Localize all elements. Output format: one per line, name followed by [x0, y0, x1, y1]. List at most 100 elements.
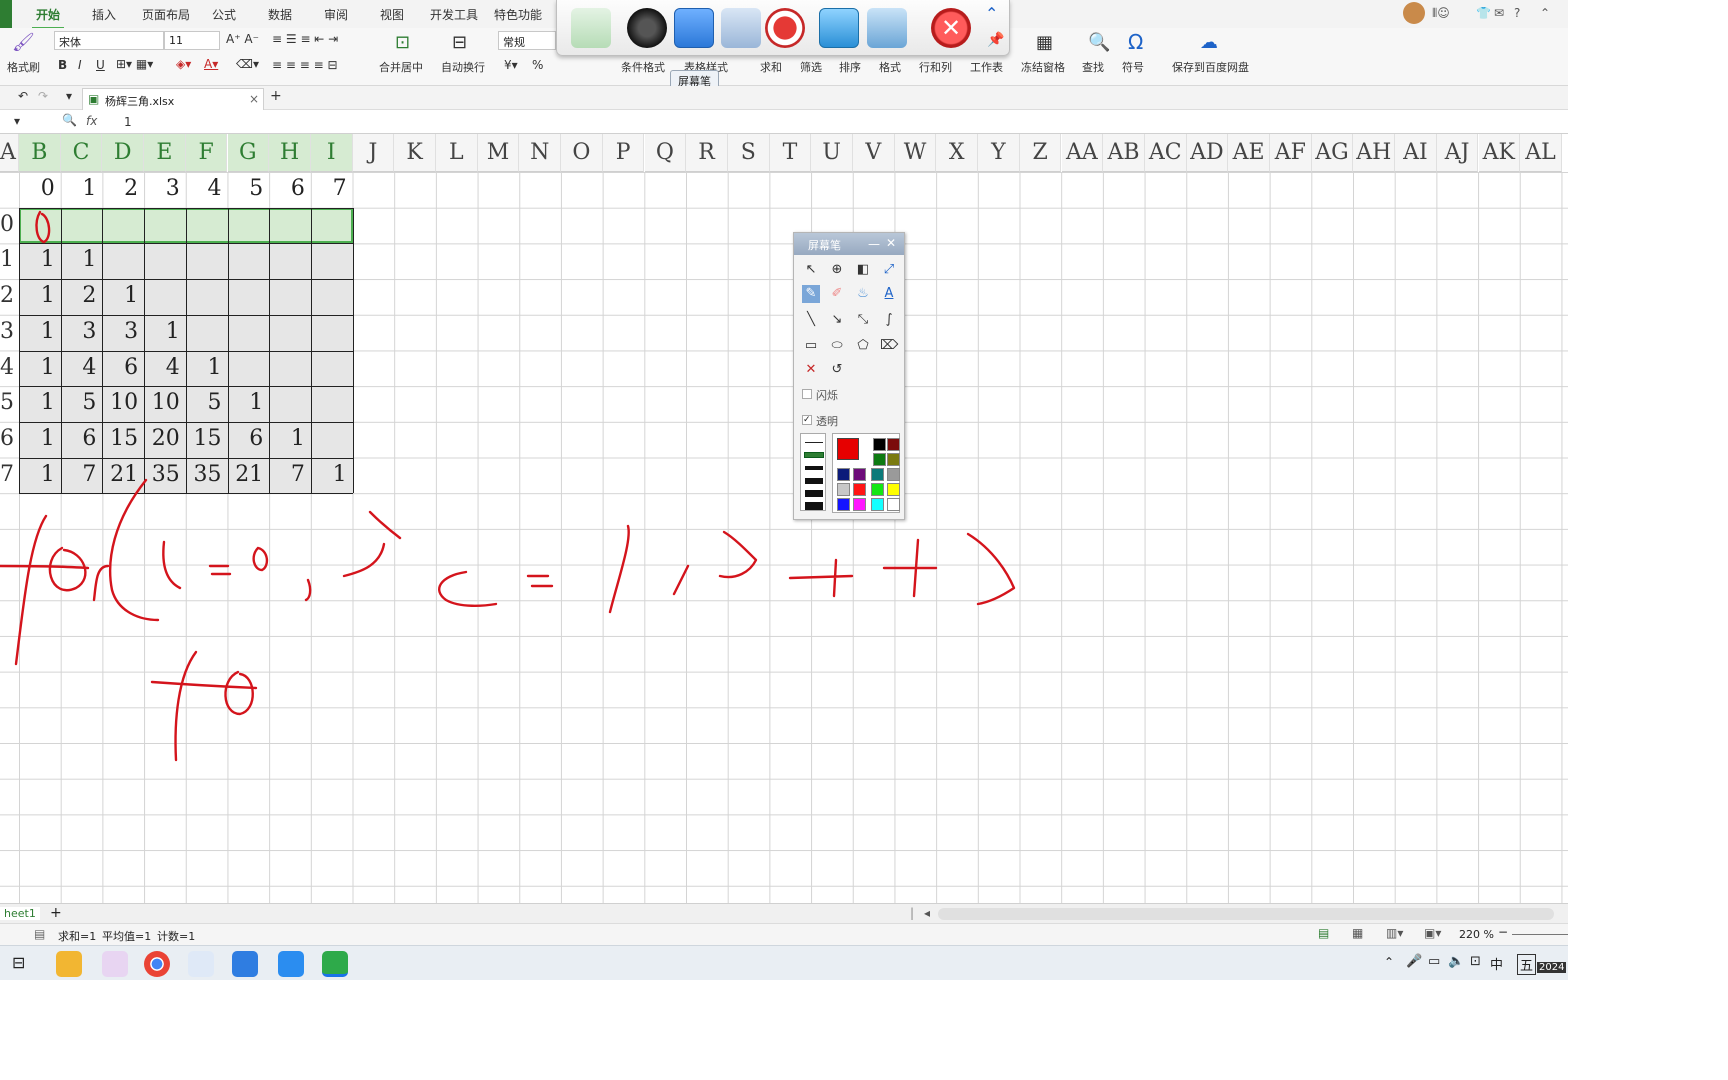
- close-tab-button[interactable]: ×: [249, 92, 259, 106]
- column-header-z[interactable]: Z: [1019, 134, 1062, 172]
- triangle-value-cell[interactable]: 1: [19, 458, 61, 494]
- column-header-ah[interactable]: AH: [1353, 134, 1396, 172]
- color-swatch[interactable]: [887, 453, 900, 466]
- column-header-l[interactable]: L: [436, 134, 478, 172]
- triangle-value-cell[interactable]: 1: [19, 315, 61, 351]
- triangle-value-cell[interactable]: [186, 243, 228, 279]
- page-layout-view-icon[interactable]: ▦: [1352, 926, 1363, 940]
- triangle-value-cell[interactable]: [186, 279, 228, 315]
- horizontal-scrollbar[interactable]: [938, 908, 1554, 920]
- line-icon[interactable]: ╲: [802, 311, 820, 329]
- triangle-value-cell[interactable]: 1: [19, 422, 61, 458]
- omega-icon[interactable]: Ω: [1128, 30, 1143, 54]
- column-header-b[interactable]: B: [19, 134, 61, 172]
- triangle-value-cell[interactable]: [311, 279, 353, 315]
- document-tab[interactable]: ▣ 杨辉三角.xlsx ×: [82, 88, 264, 110]
- triangle-value-cell[interactable]: 35: [144, 458, 186, 494]
- skin-icon[interactable]: 👕: [1476, 6, 1491, 20]
- tab-home[interactable]: 开始: [31, 6, 65, 29]
- triangle-value-cell[interactable]: 20: [144, 422, 186, 458]
- header-number-cell[interactable]: 2: [102, 172, 144, 208]
- column-header-w[interactable]: W: [894, 134, 937, 172]
- scroll-left-icon[interactable]: ◂: [924, 906, 930, 920]
- ime-mode[interactable]: 五: [1517, 954, 1537, 975]
- tab-view[interactable]: 视图: [380, 6, 404, 23]
- color-swatch[interactable]: [837, 483, 850, 496]
- column-header-q[interactable]: Q: [644, 134, 687, 172]
- triangle-value-cell[interactable]: [186, 208, 228, 244]
- battery-icon[interactable]: ▭: [1428, 954, 1440, 969]
- tray-chevron-icon[interactable]: ⌃: [1384, 955, 1394, 969]
- volume-icon[interactable]: 🔈: [1448, 954, 1464, 969]
- fx-button[interactable]: fx: [86, 114, 97, 128]
- triangle-value-cell[interactable]: [19, 208, 61, 244]
- triangle-value-cell[interactable]: 3: [61, 315, 103, 351]
- merge-center-icon[interactable]: ⊡: [395, 32, 410, 53]
- sort-label[interactable]: 排序: [839, 59, 861, 75]
- find-label[interactable]: 查找: [1082, 59, 1104, 75]
- freeze-label[interactable]: 冻结窗格: [1021, 59, 1065, 75]
- header-number-cell[interactable]: 6: [269, 172, 311, 208]
- rows-cols-label[interactable]: 行和列: [919, 59, 952, 75]
- font-size-select[interactable]: 11: [164, 31, 220, 50]
- row-label-cell[interactable]: 6: [0, 426, 20, 451]
- format-painter-icon[interactable]: 🖌: [12, 32, 35, 53]
- tab-insert[interactable]: 插入: [92, 6, 116, 23]
- camera-icon[interactable]: [627, 8, 667, 48]
- triangle-value-cell[interactable]: [228, 243, 270, 279]
- zoom-slider[interactable]: [1512, 934, 1568, 935]
- conditional-format-label[interactable]: 条件格式: [621, 59, 665, 75]
- column-header-n[interactable]: N: [519, 134, 562, 172]
- column-header-y[interactable]: Y: [978, 134, 1020, 172]
- triangle-value-cell[interactable]: [228, 351, 270, 387]
- triangle-value-cell[interactable]: [269, 208, 311, 244]
- row-label-cell[interactable]: 1: [0, 247, 20, 272]
- triangle-value-cell[interactable]: [269, 243, 311, 279]
- record-icon[interactable]: [765, 8, 805, 48]
- number-format-select[interactable]: 常规: [498, 31, 556, 50]
- clear-all-icon[interactable]: ✕: [802, 361, 820, 379]
- curve-icon[interactable]: ∫: [880, 311, 898, 329]
- triangle-value-cell[interactable]: 5: [186, 386, 228, 422]
- highlighter-icon[interactable]: ✐: [828, 285, 846, 303]
- column-header-aa[interactable]: AA: [1061, 134, 1104, 172]
- pin-icon[interactable]: 📌: [987, 32, 1004, 48]
- header-number-cell[interactable]: 3: [144, 172, 186, 208]
- column-header-p[interactable]: P: [602, 134, 645, 172]
- pointer-icon[interactable]: ↖: [802, 261, 820, 279]
- color-swatch[interactable]: [853, 498, 866, 511]
- worksheet-label[interactable]: 工作表: [970, 59, 1003, 75]
- close-icon[interactable]: ✕: [931, 8, 971, 48]
- column-header-ab[interactable]: AB: [1103, 134, 1145, 172]
- color-swatch[interactable]: [887, 438, 900, 451]
- zoom-out-icon[interactable]: −: [1498, 925, 1508, 939]
- row-label-cell[interactable]: 5: [0, 390, 20, 415]
- clock-year[interactable]: 2024: [1537, 962, 1567, 973]
- color-swatch[interactable]: [873, 453, 886, 466]
- row-label-cell[interactable]: 2: [0, 283, 20, 308]
- column-header-af[interactable]: AF: [1270, 134, 1312, 172]
- column-header-m[interactable]: M: [477, 134, 520, 172]
- merge-center-label[interactable]: 合并居中: [379, 59, 423, 75]
- column-header-ae[interactable]: AE: [1228, 134, 1270, 172]
- sheet-tab[interactable]: heet1: [0, 907, 40, 920]
- triangle-value-cell[interactable]: [311, 351, 353, 387]
- app-menu-button[interactable]: [0, 0, 12, 28]
- row-label-cell[interactable]: 4: [0, 355, 20, 380]
- current-color-swatch[interactable]: [837, 438, 859, 460]
- undo-icon[interactable]: ↶: [18, 89, 28, 103]
- page-break-view-icon[interactable]: ▥▾: [1386, 926, 1403, 940]
- quick-access-chevron-icon[interactable]: ▾: [66, 89, 72, 103]
- column-header-j[interactable]: J: [352, 134, 395, 172]
- name-box-dropdown[interactable]: ▾: [14, 114, 20, 128]
- triangle-value-cell[interactable]: [269, 279, 311, 315]
- underline-button[interactable]: U: [96, 58, 105, 72]
- triangle-value-cell[interactable]: 6: [228, 422, 270, 458]
- triangle-value-cell[interactable]: 3: [102, 315, 144, 351]
- wrap-text-icon[interactable]: ⊟: [452, 32, 467, 53]
- triangle-value-cell[interactable]: 1: [144, 315, 186, 351]
- triangle-value-cell[interactable]: 5: [61, 386, 103, 422]
- capture-icon[interactable]: ⤢: [880, 261, 898, 279]
- flash-checkbox[interactable]: [802, 389, 812, 399]
- color-palette[interactable]: [832, 433, 900, 513]
